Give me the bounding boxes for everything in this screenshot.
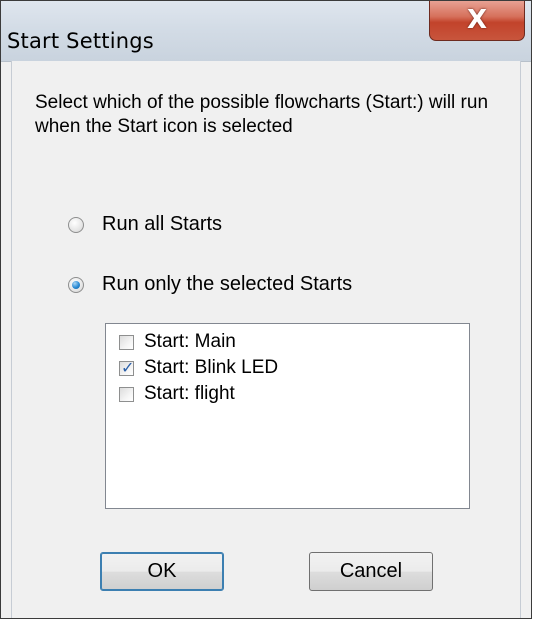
start-blink-led-checkbox[interactable] — [119, 358, 134, 377]
list-item-label[interactable]: Start: flight — [144, 383, 235, 405]
run-selected-radio[interactable] — [68, 276, 84, 293]
starts-list[interactable]: Start: Main Start: Blink LED Start: flig… — [105, 323, 470, 509]
close-button[interactable]: X — [429, 1, 525, 41]
list-item-label[interactable]: Start: Main — [144, 331, 236, 353]
start-main-checkbox[interactable] — [119, 334, 134, 350]
dialog-body: Select which of the possible flowcharts … — [11, 61, 521, 618]
list-item[interactable]: Start: Blink LED — [119, 357, 278, 379]
start-flight-checkbox[interactable] — [119, 386, 134, 402]
close-icon: X — [466, 4, 488, 35]
run-all-radio[interactable] — [68, 216, 84, 233]
list-item[interactable]: Start: flight — [119, 383, 235, 405]
title-bar[interactable]: Start Settings X — [1, 1, 531, 62]
run-selected-option[interactable]: Run only the selected Starts — [68, 273, 352, 296]
start-settings-dialog: Start Settings X Select which of the pos… — [0, 0, 532, 619]
list-item[interactable]: Start: Main — [119, 331, 236, 353]
ok-button[interactable]: OK — [100, 552, 224, 591]
cancel-button[interactable]: Cancel — [309, 552, 433, 591]
dialog-title: Start Settings — [7, 29, 154, 53]
run-selected-label[interactable]: Run only the selected Starts — [102, 273, 352, 296]
description-text: Select which of the possible flowcharts … — [35, 92, 489, 137]
list-item-label[interactable]: Start: Blink LED — [144, 357, 278, 379]
run-all-option[interactable]: Run all Starts — [68, 213, 222, 236]
run-all-label[interactable]: Run all Starts — [102, 213, 222, 236]
